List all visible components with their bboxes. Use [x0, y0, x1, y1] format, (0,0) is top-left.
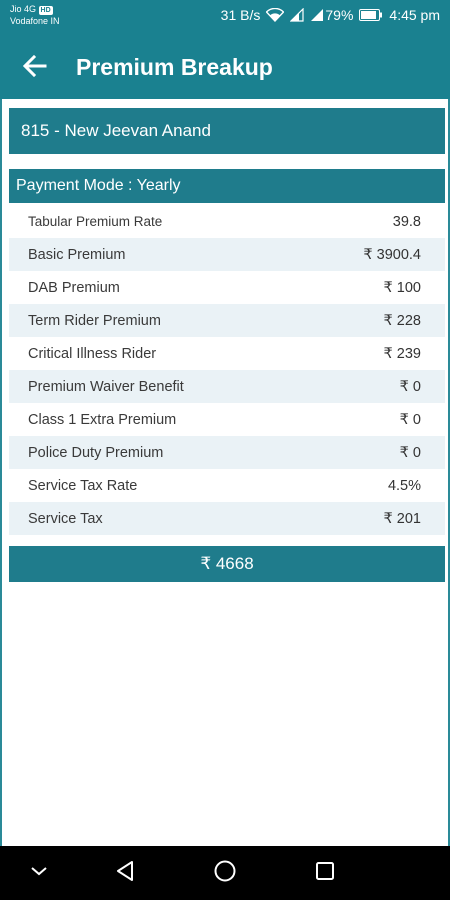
- page-title: Premium Breakup: [76, 54, 273, 80]
- nav-back-button[interactable]: [110, 858, 140, 888]
- list-item: Critical Illness Rider ₹ 239: [9, 337, 445, 370]
- carrier-line2: Vodafone IN: [10, 16, 60, 26]
- plan-name: 815 - New Jeevan Anand: [9, 108, 445, 154]
- row-value: ₹ 100: [383, 279, 421, 296]
- list-item: Service Tax ₹ 201: [9, 502, 445, 535]
- total-premium: ₹ 4668: [9, 546, 445, 582]
- back-triangle-icon: [115, 860, 135, 887]
- list-item: DAB Premium ₹ 100: [9, 271, 445, 304]
- row-label: Service Tax Rate: [28, 477, 138, 494]
- carrier-info: Jio 4G HD Vodafone IN: [10, 3, 60, 27]
- row-label: Police Duty Premium: [28, 444, 164, 461]
- premium-breakup-list: Tabular Premium Rate 39.8 Basic Premium ₹ …: [9, 205, 445, 535]
- list-item: Premium Waiver Benefit ₹ 0: [9, 370, 445, 403]
- app-bar: Premium Breakup: [0, 36, 450, 99]
- battery-percent: 79%: [325, 7, 354, 23]
- hide-nav-button[interactable]: [24, 858, 54, 888]
- row-value: 39.8: [392, 213, 421, 230]
- row-value: ₹ 228: [383, 312, 421, 329]
- row-label: Term Rider Premium: [28, 312, 161, 329]
- arrow-left-icon: [22, 54, 47, 82]
- chevron-down-icon: [30, 864, 48, 882]
- row-value: ₹ 0: [399, 444, 421, 461]
- row-label: Class 1 Extra Premium: [28, 411, 177, 428]
- system-nav-bar: [0, 846, 450, 900]
- battery-icon: [359, 9, 383, 21]
- clock: 4:45 pm: [389, 7, 440, 23]
- signal-battery-group: 79%: [310, 7, 353, 23]
- status-bar: Jio 4G HD Vodafone IN 31 B/s 79% 4:45 pm: [0, 0, 450, 36]
- status-icons: 31 B/s 79% 4:45 pm: [221, 7, 440, 23]
- net-speed: 31 B/s: [220, 7, 261, 23]
- content-area: 815 - New Jeevan Anand Payment Mode : Ye…: [0, 99, 450, 846]
- list-item: Police Duty Premium ₹ 0: [9, 436, 445, 469]
- signal-icon: [310, 8, 324, 22]
- list-item: Tabular Premium Rate 39.8: [9, 205, 445, 238]
- signal-icon: [290, 8, 304, 22]
- nav-home-button[interactable]: [210, 858, 240, 888]
- payment-mode: Payment Mode : Yearly: [9, 169, 445, 203]
- row-label: Service Tax: [28, 510, 103, 527]
- row-label: Tabular Premium Rate: [28, 214, 163, 229]
- list-item: Service Tax Rate 4.5%: [9, 469, 445, 502]
- row-label: Premium Waiver Benefit: [28, 378, 184, 395]
- row-value: ₹ 239: [383, 345, 421, 362]
- row-label: DAB Premium: [28, 279, 120, 296]
- home-circle-icon: [213, 859, 237, 888]
- wifi-icon: [266, 8, 285, 22]
- row-value: 4.5%: [387, 477, 421, 494]
- list-item: Basic Premium ₹ 3900.4: [9, 238, 445, 271]
- row-value: ₹ 0: [399, 378, 421, 395]
- recents-square-icon: [314, 860, 336, 887]
- row-value: ₹ 0: [399, 411, 421, 428]
- row-label: Critical Illness Rider: [28, 345, 157, 362]
- back-button[interactable]: [18, 51, 52, 85]
- nav-recents-button[interactable]: [310, 858, 340, 888]
- row-value: ₹ 201: [383, 510, 421, 527]
- row-value: ₹ 3900.4: [363, 246, 421, 263]
- list-item: Class 1 Extra Premium ₹ 0: [9, 403, 445, 436]
- carrier-line1: Jio 4G: [10, 4, 37, 14]
- row-label: Basic Premium: [28, 246, 126, 263]
- list-item: Term Rider Premium ₹ 228: [9, 304, 445, 337]
- volte-badge: HD: [38, 6, 53, 15]
